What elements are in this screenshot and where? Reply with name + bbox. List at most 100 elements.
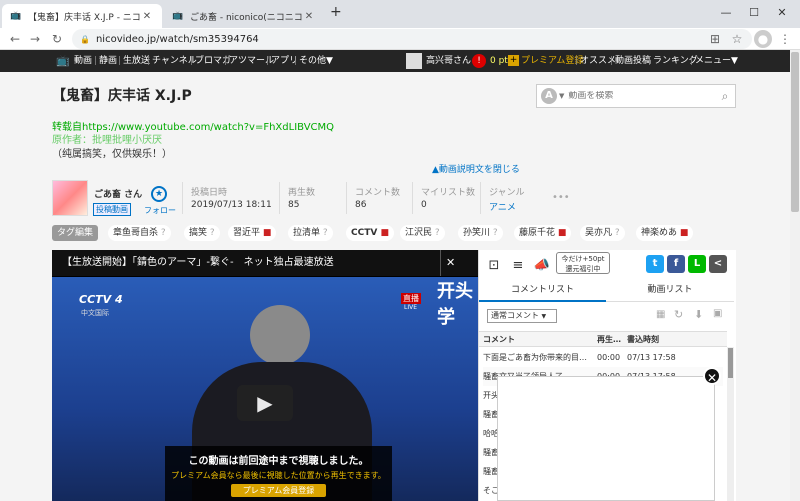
tag-search-icon[interactable]: ? [615,228,620,238]
tag-chip[interactable]: 章鱼哥自杀 ? [108,225,171,241]
user-avatar[interactable] [406,53,422,69]
play-icon[interactable]: ▶ [237,385,293,421]
user-name[interactable]: 高兴哥さん [426,50,471,72]
profile-avatar-icon[interactable]: ● [754,30,772,48]
minimize-icon[interactable]: — [712,2,740,24]
tag-chip[interactable]: 孙笑川 ? [458,225,503,241]
comment-row[interactable]: 下面是ごあ畜为你带来的目… 00:00 07/13 17:58 [483,348,723,367]
comment-scrollbar-thumb[interactable] [728,348,733,378]
comment-filter-select[interactable]: 通常コメント ▼ [487,309,557,323]
maximize-icon[interactable]: ☐ [740,2,768,24]
stat-label: マイリスト数 [421,188,476,198]
reload-icon[interactable]: ↻ [48,30,66,48]
tag-chip[interactable]: 吴亦凡 ? [580,225,625,241]
col-playback[interactable]: 再生… [597,332,621,347]
chevron-down-icon[interactable]: ▼ [559,92,564,100]
tag-chip[interactable]: 搞笑 ? [184,225,220,241]
promo-badge[interactable]: 今だけ+50pt 還元福引中 [556,252,610,274]
close-description-link[interactable]: ▲動画説明文を閉じる [432,162,520,175]
tag-label: 章鱼哥自杀 [113,228,159,238]
tab-inactive[interactable]: 📺 ごあ畜 - niconico(ニコニコ) ✕ [164,4,324,28]
tag-chip[interactable]: 神楽めあ ■ [636,225,694,241]
tag-chip[interactable]: 習近平 ■ [228,225,277,241]
search-icon[interactable]: ⌕ [715,89,735,104]
resume-prompt: この動画は前回途中まで視聴しました。 プレミアム会員なら最後に視聴した位置から再… [165,446,392,501]
uploader-name[interactable]: ごあ畜 さん [94,187,142,200]
nav-item[interactable]: 静画 [99,50,117,72]
bookmark-star-icon[interactable]: ☆ [728,30,746,48]
points[interactable]: 0 pt [490,50,508,72]
calendar-icon[interactable]: ▦ [656,309,665,320]
niconico-logo-icon[interactable]: 📺 [56,50,70,72]
window-close-icon[interactable]: ✕ [768,2,796,24]
comment-settings-icon[interactable]: ▣ [713,308,722,319]
megaphone-icon[interactable]: 📣 [532,256,552,276]
person-head-blurred [250,305,310,365]
comment-row[interactable]: 騒畜 [483,443,497,462]
new-tab-button[interactable]: + [330,4,342,20]
nav-item[interactable]: その他▼ [299,50,333,72]
comment-row[interactable]: 騒畜 [483,462,497,481]
tab-video-list[interactable]: 動画リスト [606,278,734,302]
comment-row[interactable]: 哈哈 [483,424,497,443]
banner-close-icon[interactable]: ✕ [446,250,455,276]
forward-icon[interactable]: → [26,30,44,48]
chrome-menu-icon[interactable]: ⋮ [776,30,794,48]
url-field[interactable]: 🔒 nicovideo.jp/watch/sm35394764 [72,29,752,49]
follow-button[interactable]: フォロー [144,205,176,216]
tab-close-icon[interactable]: ✕ [302,11,316,22]
line-icon[interactable]: L [688,255,706,273]
popup-close-icon[interactable]: ✕ [703,367,721,385]
premium-register-button[interactable]: プレミアム会員登録 [230,484,327,497]
nav-item[interactable]: 動画 [74,50,92,72]
alert-icon[interactable]: ! [472,54,486,68]
tab-close-icon[interactable]: ✕ [140,11,154,22]
facebook-icon[interactable]: f [667,255,685,273]
stat-label: コメント数 [355,188,401,198]
tab-comment-list[interactable]: コメントリスト [479,278,606,302]
share-icon[interactable]: < [709,255,727,273]
tag-edit-button[interactable]: タグ編集 [52,225,99,241]
col-posted[interactable]: 書込時刻 [627,332,659,347]
more-icon[interactable]: ••• [552,192,570,203]
comment-row[interactable]: 开头 [483,386,497,405]
back-icon[interactable]: ← [6,30,24,48]
uploader-badge[interactable]: 投稿動画 [93,203,131,216]
comment-row[interactable]: そこ [483,481,497,500]
tag-label: 吴亦凡 [585,228,613,238]
tag-chip[interactable]: 江沢民 ? [400,225,445,241]
tag-search-icon[interactable]: ? [435,228,440,238]
tag-chip[interactable]: 拉清单 ? [288,225,333,241]
tag-search-icon[interactable]: ? [493,228,498,238]
comment-text: 开头 [483,391,497,400]
tab-title: 【鬼畜】庆丰话 X.J.P - ニコニコ動画 [28,12,140,23]
tag-search-icon[interactable]: ? [161,228,166,238]
stat-value-date: 2019/07/13 18:11 [191,200,272,210]
download-icon[interactable]: ⬇ [694,308,703,321]
comment-text: 騒畜 [483,448,497,457]
nav-item-right[interactable]: 動画投稿 [615,50,651,72]
live-banner[interactable]: 【生放送開始】「錆色のアーマ」-繋ぐ- ネット独占最速放送 [52,250,478,276]
ad-popup[interactable] [497,376,715,501]
tag-search-icon[interactable]: ? [210,228,215,238]
tag-chip[interactable]: 藤原千花 ■ [514,225,572,241]
follow-star-icon[interactable]: ★ [151,186,167,202]
tab-active[interactable]: 📺 【鬼畜】庆丰话 X.J.P - ニコニコ動画 ✕ [2,4,162,28]
uploader-avatar[interactable] [52,180,88,216]
folder-icon[interactable]: ⊡ [484,256,504,276]
comment-row[interactable]: 騒畜 [483,405,497,424]
twitter-icon[interactable]: t [646,255,664,273]
lock-icon: 🔒 [80,34,90,44]
search-input[interactable] [568,91,715,101]
translate-icon[interactable]: ⊞ [706,30,724,48]
nav-item[interactable]: 生放送 [123,50,150,72]
tag-search-icon[interactable]: ? [323,228,328,238]
refresh-icon[interactable]: ↻ [674,308,683,321]
tag-chip[interactable]: CCTV ■ [346,225,394,241]
scrollbar-thumb[interactable] [791,52,799,212]
nav-item-right[interactable]: メニュー▼ [695,50,738,72]
col-comment[interactable]: コメント [483,332,515,347]
stat-value-genre[interactable]: アニメ [489,200,516,213]
search-type-icon[interactable]: A [541,88,557,104]
playlist-add-icon[interactable]: ≡ [507,256,529,276]
